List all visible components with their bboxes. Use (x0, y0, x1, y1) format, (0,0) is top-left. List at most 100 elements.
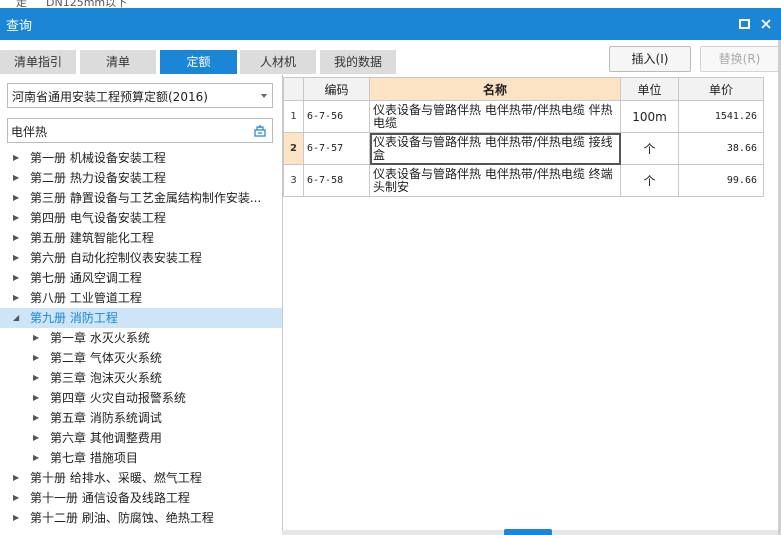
expand-arrow-icon[interactable]: ▶ (33, 348, 39, 368)
replace-button[interactable]: 替换(R) (700, 46, 779, 72)
search-input[interactable]: 电伴热 (7, 118, 273, 143)
quota-library-value: 河南省通用安装工程预算定额(2016) (12, 90, 208, 104)
tree-node-volume[interactable]: ▶ 第四册 电气设备安装工程 (0, 208, 282, 228)
tree-node-label: 第六册 自动化控制仪表安装工程 (30, 251, 202, 265)
cell-unit[interactable]: 100m (620, 100, 679, 133)
tree-node-label: 第四章 火灾自动报警系统 (50, 391, 186, 405)
cell-name[interactable]: 仪表设备与管路伴热 电伴热带/伴热电缆 伴热电缆 (369, 100, 621, 133)
cell-unit[interactable]: 个 (620, 132, 679, 165)
table-row[interactable]: 1 6-7-56 仪表设备与管路伴热 电伴热带/伴热电缆 伴热电缆 100m 1541.… (283, 100, 764, 133)
row-number[interactable]: 2 (283, 132, 304, 165)
expand-arrow-icon[interactable]: ▶ (13, 268, 19, 288)
tree-node-label: 第七章 措施项目 (50, 451, 138, 465)
left-pane: 河南省通用安装工程预算定额(2016) 电伴热 ▶ 第一册 机械设备安装工程 ▶ 第二… (0, 74, 282, 535)
table-row[interactable]: 2 6-7-57 仪表设备与管路伴热 电伴热带/伴热电缆 接线盒个 38.66 (283, 132, 764, 165)
cell-name[interactable]: 仪表设备与管路伴热 电伴热带/伴热电缆 接线盒 (369, 132, 621, 165)
tree-node-label: 第三册 静置设备与工艺金属结构制作安装... (30, 191, 262, 205)
cell-code[interactable]: 6-7-57 (303, 132, 370, 165)
quota-library-select[interactable]: 河南省通用安装工程预算定额(2016) (7, 83, 273, 108)
tree-node-chapter[interactable]: ▶ 第六章 其他调整费用 (0, 428, 282, 448)
cell-code[interactable]: 6-7-56 (303, 100, 370, 133)
tree-node-volume[interactable]: ▶ 第八册 工业管道工程 (0, 288, 282, 308)
column-header-code[interactable]: 编码 (303, 77, 370, 101)
close-button[interactable] (756, 14, 776, 34)
tab-quota[interactable]: 定额 (160, 50, 237, 74)
tree-node-label: 第三章 泡沫灭火系统 (50, 371, 162, 385)
tree-node-volume[interactable]: ▶ 第十一册 通信设备及线路工程 (0, 488, 282, 508)
collapse-arrow-icon[interactable]: ◢ (13, 308, 19, 328)
tree-node-label: 第九册 消防工程 (30, 311, 118, 325)
expand-arrow-icon[interactable]: ▶ (13, 148, 19, 168)
tree-node-chapter[interactable]: ▶ 第四章 火灾自动报警系统 (0, 388, 282, 408)
expand-arrow-icon[interactable]: ▶ (33, 448, 39, 468)
tab-list[interactable]: 清单 (80, 50, 156, 74)
cell-price[interactable]: 99.66 (678, 164, 764, 197)
tree-node-label: 第五册 建筑智能化工程 (30, 231, 154, 245)
expand-arrow-icon[interactable]: ▶ (13, 288, 19, 308)
expand-arrow-icon[interactable]: ▶ (13, 508, 19, 528)
maximize-button[interactable] (734, 14, 754, 34)
chapter-tree: ▶ 第一册 机械设备安装工程 ▶ 第二册 热力设备安装工程 ▶ 第三册 静置设备与工艺金属… (0, 148, 282, 528)
expand-arrow-icon[interactable]: ▶ (13, 488, 19, 508)
column-header-price[interactable]: 单价 (678, 77, 764, 101)
tree-node-label: 第六章 其他调整费用 (50, 431, 162, 445)
tree-node-volume[interactable]: ▶ 第一册 机械设备安装工程 (0, 148, 282, 168)
chevron-down-icon (261, 94, 267, 98)
tree-node-chapter[interactable]: ▶ 第二章 气体灭火系统 (0, 348, 282, 368)
expand-arrow-icon[interactable]: ▶ (33, 408, 39, 428)
row-number[interactable]: 3 (283, 164, 304, 197)
tree-node-label: 第二册 热力设备安装工程 (30, 171, 166, 185)
expand-arrow-icon[interactable]: ▶ (13, 228, 19, 248)
tree-node-label: 第五章 消防系统调试 (50, 411, 162, 425)
tab-list-guide[interactable]: 清单指引 (0, 50, 76, 74)
cell-name[interactable]: 仪表设备与管路伴热 电伴热带/伴热电缆 终端头制安 (369, 164, 621, 197)
row-number-header (283, 77, 304, 101)
close-icon (761, 19, 771, 29)
tree-node-label: 第七册 通风空调工程 (30, 271, 142, 285)
tree-node-label: 第八册 工业管道工程 (30, 291, 142, 305)
tree-node-volume[interactable]: ▶ 第六册 自动化控制仪表安装工程 (0, 248, 282, 268)
expand-arrow-icon[interactable]: ▶ (13, 248, 19, 268)
tree-node-chapter[interactable]: ▶ 第一章 水灭火系统 (0, 328, 282, 348)
cell-price[interactable]: 38.66 (678, 132, 764, 165)
table-row[interactable]: 3 6-7-58 仪表设备与管路伴热 电伴热带/伴热电缆 终端头制安个 99.66 (283, 164, 764, 197)
tree-node-label: 第十册 给排水、采暖、燃气工程 (30, 471, 202, 485)
tree-node-volume[interactable]: ◢ 第九册 消防工程 (0, 308, 282, 328)
insert-button[interactable]: 插入(I) (609, 46, 691, 72)
dialog-titlebar: 查询 (0, 8, 781, 40)
tree-node-label: 第十二册 刷油、防腐蚀、绝热工程 (30, 511, 214, 525)
column-header-unit[interactable]: 单位 (620, 77, 679, 101)
expand-arrow-icon[interactable]: ▶ (33, 368, 39, 388)
tree-node-chapter[interactable]: ▶ 第五章 消防系统调试 (0, 408, 282, 428)
tab-labor-material[interactable]: 人材机 (240, 50, 316, 74)
tree-node-volume[interactable]: ▶ 第十册 给排水、采暖、燃气工程 (0, 468, 282, 488)
tree-node-volume[interactable]: ▶ 第七册 通风空调工程 (0, 268, 282, 288)
expand-arrow-icon[interactable]: ▶ (13, 208, 19, 228)
tree-node-label: 第二章 气体灭火系统 (50, 351, 162, 365)
tree-node-label: 第十一册 通信设备及线路工程 (30, 491, 190, 505)
tree-node-volume[interactable]: ▶ 第十二册 刷油、防腐蚀、绝热工程 (0, 508, 282, 528)
tree-node-label: 第四册 电气设备安装工程 (30, 211, 166, 225)
column-header-name[interactable]: 名称 (369, 77, 621, 101)
tree-node-volume[interactable]: ▶ 第二册 热力设备安装工程 (0, 168, 282, 188)
expand-arrow-icon[interactable]: ▶ (13, 468, 19, 488)
expand-arrow-icon[interactable]: ▶ (13, 188, 19, 208)
row-number[interactable]: 1 (283, 100, 304, 133)
cell-price[interactable]: 1541.26 (678, 100, 764, 133)
search-value: 电伴热 (11, 125, 48, 139)
expand-arrow-icon[interactable]: ▶ (33, 388, 39, 408)
tree-node-chapter[interactable]: ▶ 第七章 措施项目 (0, 448, 282, 468)
tree-node-volume[interactable]: ▶ 第五册 建筑智能化工程 (0, 228, 282, 248)
cell-code[interactable]: 6-7-58 (303, 164, 370, 197)
dialog-title: 查询 (6, 19, 33, 34)
splitter-handle[interactable] (504, 529, 552, 535)
expand-arrow-icon[interactable]: ▶ (33, 428, 39, 448)
tree-node-chapter[interactable]: ▶ 第三章 泡沫灭火系统 (0, 368, 282, 388)
tree-node-label: 第一册 机械设备安装工程 (30, 151, 166, 165)
search-filter-icon[interactable] (253, 124, 267, 138)
cell-unit[interactable]: 个 (620, 164, 679, 197)
expand-arrow-icon[interactable]: ▶ (33, 328, 39, 348)
tree-node-volume[interactable]: ▶ 第三册 静置设备与工艺金属结构制作安装... (0, 188, 282, 208)
tab-my-data[interactable]: 我的数据 (320, 50, 396, 74)
expand-arrow-icon[interactable]: ▶ (13, 168, 19, 188)
